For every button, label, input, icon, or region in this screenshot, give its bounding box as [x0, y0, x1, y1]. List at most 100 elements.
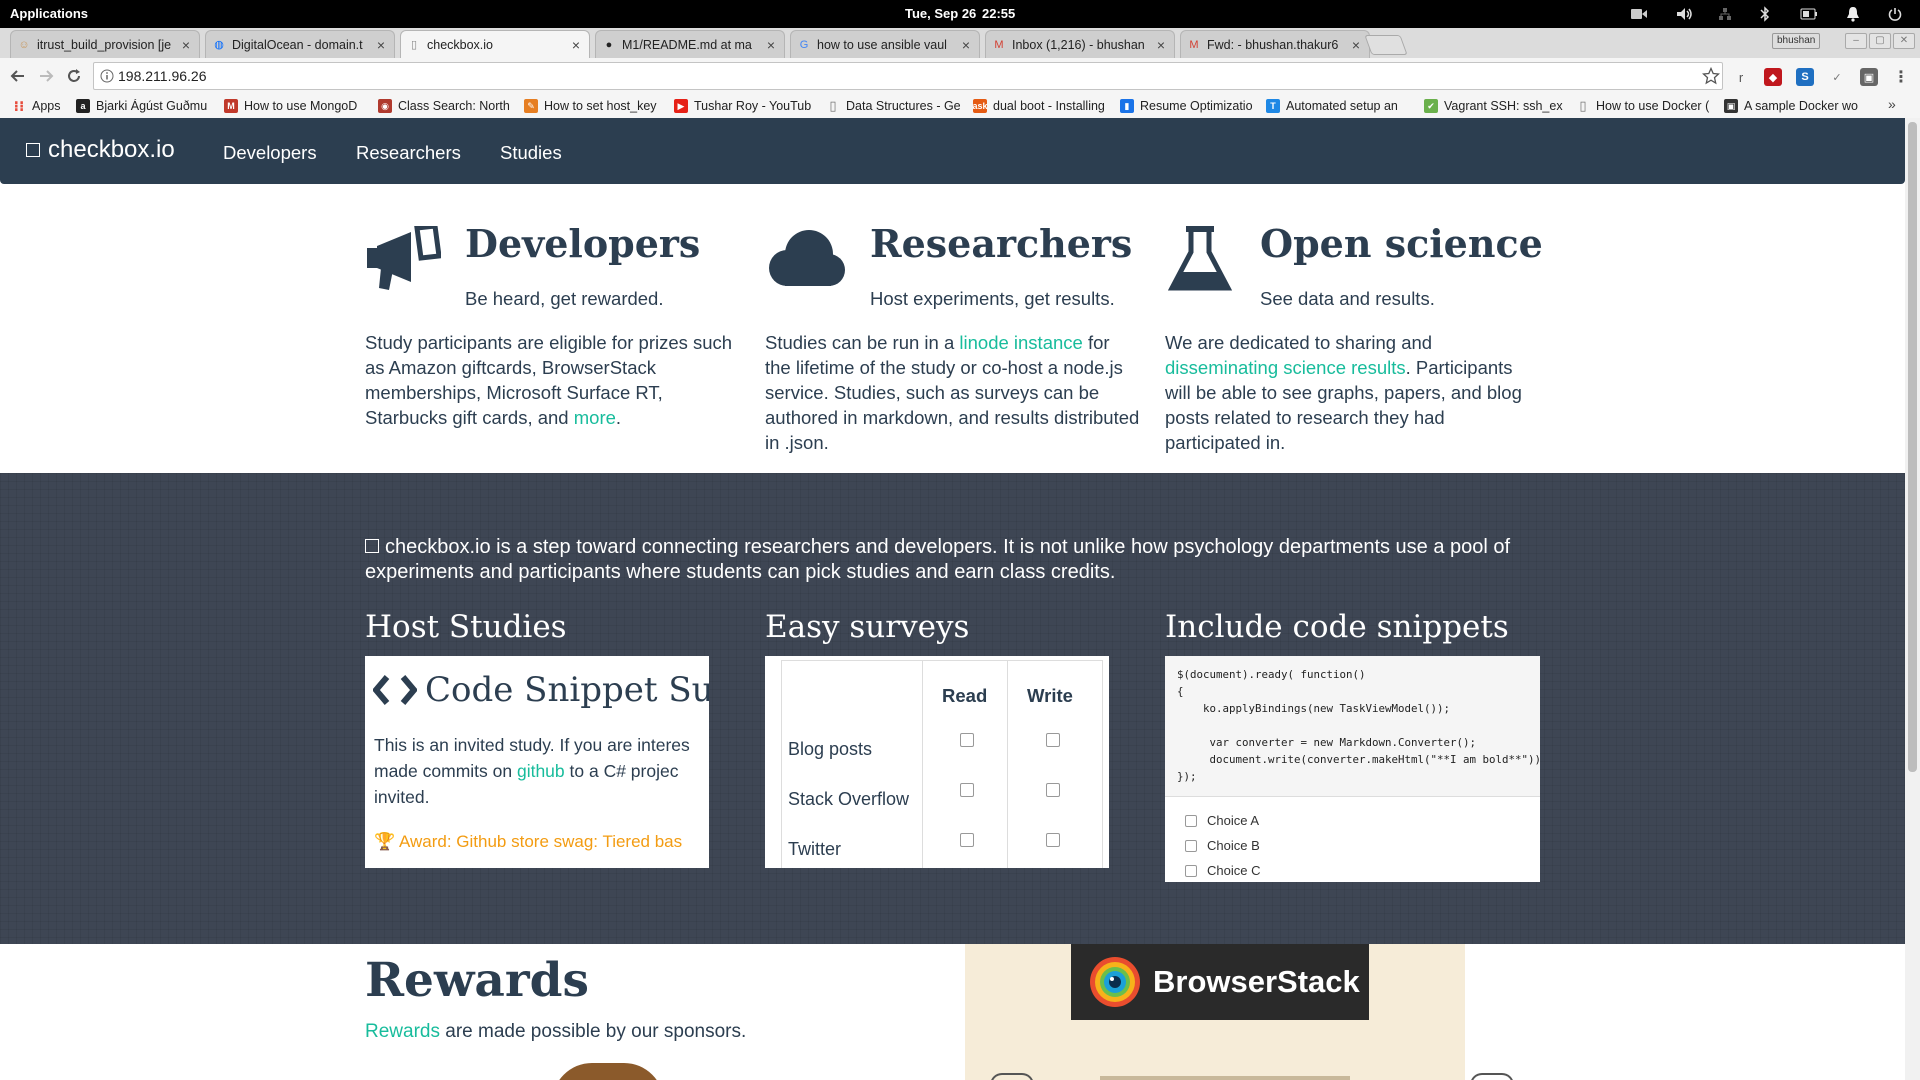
github-link[interactable]: github	[517, 761, 565, 781]
chrome-menu-icon[interactable]: ⋮	[1892, 68, 1910, 86]
tab-close-icon[interactable]: ×	[374, 37, 388, 53]
rewards-link[interactable]: Rewards	[365, 1021, 440, 1042]
tab-6[interactable]: M Inbox (1,216) - bhushan ×	[985, 30, 1175, 58]
notification-bell-icon[interactable]	[1844, 5, 1862, 23]
maximize-button[interactable]: ▢	[1869, 33, 1891, 49]
bookmark-favicon-icon: ▮	[1120, 99, 1134, 113]
bookmark-item[interactable]: T Automated setup an	[1266, 96, 1416, 116]
nav-developers[interactable]: Developers	[223, 142, 317, 164]
bookmark-item[interactable]: ask dual boot - Installing	[973, 96, 1113, 116]
nav-researchers[interactable]: Researchers	[356, 142, 461, 164]
url-text[interactable]: 198.211.96.26	[118, 68, 207, 84]
megaphone-icon	[365, 223, 442, 297]
code-line: $(document).ready( function()	[1177, 668, 1366, 681]
ublock-icon[interactable]: ◆	[1764, 68, 1782, 86]
tab-5[interactable]: Ghow to use ansible vaul ×	[790, 30, 980, 58]
feature-subtitle-developers: Be heard, get rewarded.	[465, 288, 664, 309]
disseminating-science-link[interactable]: disseminating science results	[1165, 357, 1406, 378]
code-brackets-icon	[372, 673, 418, 707]
bookmark-item[interactable]: ▣ A sample Docker wo	[1724, 96, 1884, 116]
tab-4[interactable]: ● M1/README.md at ma ×	[595, 30, 785, 58]
feature-subtitle-open-science: See data and results.	[1260, 288, 1435, 309]
more-bookmarks-icon[interactable]: »	[1888, 96, 1896, 112]
extension-box-icon[interactable]: ▣	[1860, 68, 1878, 86]
gmail-icon: M	[1189, 38, 1199, 51]
read-checkbox[interactable]	[960, 833, 974, 847]
close-window-button[interactable]: ✕	[1893, 33, 1915, 49]
info-icon[interactable]	[100, 69, 114, 83]
choice-checkbox[interactable]	[1185, 814, 1197, 827]
profile-button[interactable]: bhushan	[1772, 33, 1821, 49]
extension-r-icon[interactable]: r	[1732, 68, 1750, 86]
tab-label: Fwd: - bhushan.thakur6	[1207, 37, 1339, 52]
clock-date[interactable]: Tue, Sep 26	[905, 6, 976, 21]
site-brand[interactable]: checkbox.io	[26, 136, 175, 164]
page-icon: ▯	[829, 98, 837, 113]
battery-icon[interactable]	[1800, 5, 1818, 23]
tab-close-icon[interactable]: ×	[569, 37, 583, 53]
choice-item[interactable]: Choice C	[1185, 858, 1260, 882]
clock-time[interactable]: 22:55	[982, 6, 1015, 21]
skype-extension-icon[interactable]: S	[1796, 68, 1814, 86]
bookmark-item[interactable]: ▯ How to use Docker (	[1576, 96, 1720, 116]
linode-instance-link[interactable]: linode instance	[959, 332, 1082, 353]
applications-menu[interactable]: Applications	[10, 6, 88, 21]
choice-item[interactable]: Choice B	[1185, 833, 1260, 858]
card-title-row: Code Snippet Su	[372, 670, 709, 710]
tab-close-icon[interactable]: ×	[179, 37, 193, 53]
tab-close-icon[interactable]: ×	[1154, 37, 1168, 53]
choice-checkbox[interactable]	[1185, 839, 1197, 852]
tab-close-icon[interactable]: ×	[1349, 37, 1363, 53]
browserstack-banner[interactable]: BrowserStack	[1071, 944, 1369, 1020]
os-top-bar: Applications Tue, Sep 26 22:55	[0, 0, 1920, 28]
network-icon[interactable]	[1716, 5, 1734, 23]
bookmark-item[interactable]: ▮ Resume Optimizatio	[1120, 96, 1260, 116]
tab-3[interactable]: ▯ checkbox.io ×	[400, 30, 590, 58]
carousel-next-icon[interactable]	[1470, 1073, 1514, 1080]
write-checkbox[interactable]	[1046, 833, 1060, 847]
bluetooth-icon[interactable]	[1756, 5, 1774, 23]
bookmark-item[interactable]: ▶ Tushar Roy - YouTub	[674, 96, 820, 116]
bookmark-item[interactable]: M How to use MongoD	[224, 96, 372, 116]
volume-icon[interactable]	[1676, 5, 1694, 23]
bookmark-apps[interactable]: ⁝⁝ Apps	[12, 96, 72, 116]
checkbox-logo-icon	[365, 539, 379, 553]
survey-header-write: Write	[1027, 685, 1073, 706]
rewards-text-body: are made possible by our sponsors.	[439, 1021, 747, 1042]
nav-studies[interactable]: Studies	[500, 142, 562, 164]
carousel-prev-icon[interactable]	[990, 1073, 1034, 1080]
back-button[interactable]	[8, 66, 28, 86]
reload-button[interactable]	[64, 66, 84, 86]
bookmark-favicon-icon: ✎	[524, 99, 538, 113]
read-checkbox[interactable]	[960, 733, 974, 747]
checkbox-logo-icon	[26, 143, 40, 157]
bookmark-item[interactable]: ✔ Vagrant SSH: ssh_ex	[1424, 96, 1570, 116]
award-text: Award: Github store swag: Tiered bas	[398, 832, 683, 851]
tab-close-icon[interactable]: ×	[959, 37, 973, 53]
minimize-button[interactable]: –	[1845, 33, 1867, 49]
extension-checklist-icon[interactable]: ✓	[1828, 68, 1846, 86]
bookmark-item[interactable]: a Bjarki Ágúst Guðmu	[76, 96, 216, 116]
new-tab-button[interactable]	[1364, 35, 1408, 55]
forward-button[interactable]	[36, 66, 56, 86]
tab-2[interactable]: ◍ DigitalOcean - domain.t ×	[205, 30, 395, 58]
bookmark-favicon-icon: a	[76, 99, 90, 113]
tab-close-icon[interactable]: ×	[764, 37, 778, 53]
power-icon[interactable]	[1886, 5, 1904, 23]
scrollbar-thumb[interactable]	[1908, 122, 1917, 772]
more-link[interactable]: more	[574, 407, 616, 428]
write-checkbox[interactable]	[1046, 733, 1060, 747]
apps-grid-icon: ⁝⁝	[13, 97, 25, 114]
tab-7[interactable]: M Fwd: - bhushan.thakur6 ×	[1180, 30, 1370, 58]
bookmark-star-icon[interactable]	[1701, 66, 1721, 85]
write-checkbox[interactable]	[1046, 783, 1060, 797]
tab-1[interactable]: ☺ itrust_build_provision [je ×	[10, 30, 200, 58]
bookmark-item[interactable]: ▯ Data Structures - Ge	[826, 96, 966, 116]
bookmark-item[interactable]: ◉ Class Search: North	[378, 96, 518, 116]
choice-item[interactable]: Choice A	[1185, 808, 1260, 833]
address-bar[interactable]	[93, 62, 1723, 90]
camera-icon[interactable]	[1630, 5, 1648, 23]
read-checkbox[interactable]	[960, 783, 974, 797]
bookmark-item[interactable]: ✎ How to set host_key	[524, 96, 668, 116]
choice-checkbox[interactable]	[1185, 864, 1197, 877]
